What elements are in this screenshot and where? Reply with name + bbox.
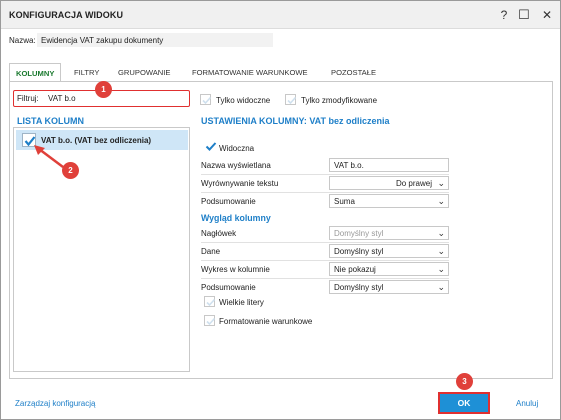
- conditional-format-checkbox[interactable]: [204, 315, 216, 326]
- column-list-title: LISTA KOLUMN: [17, 116, 84, 126]
- configuration-dialog: KONFIGURACJA WIDOKU ? ☐ ✕ Nazwa: KOLUMNY…: [0, 0, 561, 420]
- header-style-label: Nagłówek: [201, 229, 237, 238]
- summary-value: Suma: [334, 197, 355, 206]
- summary-label: Podsumowanie: [201, 197, 256, 206]
- visible-label: Widoczna: [219, 144, 255, 153]
- uppercase-checkbox[interactable]: [204, 296, 216, 307]
- alignment-label: Wyrównywanie tekstu: [201, 179, 279, 188]
- chart-value: Nie pokazuj: [334, 265, 376, 274]
- annotation-arrow: [34, 145, 64, 168]
- check-icon: [287, 96, 297, 105]
- title-bar: KONFIGURACJA WIDOKU ? ☐ ✕: [1, 1, 560, 29]
- conditional-format-label: Formatowanie warunkowe: [219, 317, 313, 326]
- chevron-down-icon: ⌄: [437, 196, 445, 206]
- appearance-title: Wygląd kolumny: [201, 213, 271, 223]
- display-name-field[interactable]: [329, 158, 449, 172]
- modified-only-checkbox[interactable]: [285, 94, 297, 105]
- data-style-value: Domyślny styl: [334, 247, 384, 256]
- filter-input[interactable]: [47, 92, 187, 104]
- row-divider: [201, 242, 449, 243]
- dialog-title: KONFIGURACJA WIDOKU: [9, 10, 124, 20]
- tab-pozostale[interactable]: POZOSTAŁE: [331, 63, 376, 81]
- tab-grupowanie[interactable]: GRUPOWANIE: [118, 63, 170, 81]
- chevron-down-icon: ⌄: [437, 228, 445, 238]
- close-icon[interactable]: ✕: [539, 7, 555, 23]
- ok-button[interactable]: OK: [438, 392, 490, 414]
- tab-kolumny[interactable]: KOLUMNY: [9, 63, 62, 82]
- summary-select[interactable]: Suma ⌄: [329, 194, 449, 208]
- data-style-select[interactable]: Domyślny styl ⌄: [329, 244, 449, 258]
- summary-style-select[interactable]: Domyślny styl ⌄: [329, 280, 449, 294]
- annotation-badge-3: 3: [456, 373, 473, 390]
- settings-title: USTAWIENIA KOLUMNY: VAT bez odliczenia: [201, 116, 390, 126]
- row-divider: [201, 260, 449, 261]
- annotation-badge-1: 1: [95, 81, 112, 98]
- header-style-select[interactable]: Domyślny styl ⌄: [329, 226, 449, 240]
- tab-formatowanie-warunkowe[interactable]: FORMATOWANIE WARUNKOWE: [192, 63, 308, 81]
- tab-filtry[interactable]: FILTRY: [74, 63, 99, 81]
- summary-style-value: Domyślny styl: [334, 283, 384, 292]
- row-divider: [201, 174, 449, 175]
- chevron-down-icon: ⌄: [437, 178, 445, 188]
- check-icon: [206, 298, 216, 307]
- row-divider: [201, 278, 449, 279]
- cancel-link[interactable]: Anuluj: [516, 399, 538, 408]
- display-name-label: Nazwa wyświetlana: [201, 161, 271, 170]
- filter-label: Filtruj:: [17, 94, 39, 103]
- check-icon[interactable]: [205, 141, 217, 152]
- visible-only-label: Tylko widoczne: [216, 96, 271, 105]
- uppercase-label: Wielkie litery: [219, 298, 264, 307]
- summary-style-label: Podsumowanie: [201, 283, 256, 292]
- chart-select[interactable]: Nie pokazuj ⌄: [329, 262, 449, 276]
- chevron-down-icon: ⌄: [437, 282, 445, 292]
- name-label: Nazwa:: [9, 36, 36, 45]
- header-style-value: Domyślny styl: [334, 229, 384, 238]
- visible-only-checkbox[interactable]: [200, 94, 212, 105]
- maximize-icon[interactable]: ☐: [516, 7, 532, 23]
- manage-configuration-link[interactable]: Zarządzaj konfiguracją: [15, 399, 95, 408]
- alignment-select[interactable]: Do prawej ⌄: [329, 176, 449, 190]
- alignment-value: Do prawej: [395, 179, 432, 188]
- check-icon: [206, 317, 216, 326]
- data-style-label: Dane: [201, 247, 221, 256]
- row-divider: [201, 192, 449, 193]
- help-icon[interactable]: ?: [496, 7, 512, 23]
- check-icon: [202, 96, 212, 105]
- name-field[interactable]: [37, 33, 273, 47]
- chevron-down-icon: ⌄: [437, 246, 445, 256]
- modified-only-label: Tylko zmodyfikowane: [301, 96, 378, 105]
- chevron-down-icon: ⌄: [437, 264, 445, 274]
- chart-label: Wykres w kolumnie: [201, 265, 270, 274]
